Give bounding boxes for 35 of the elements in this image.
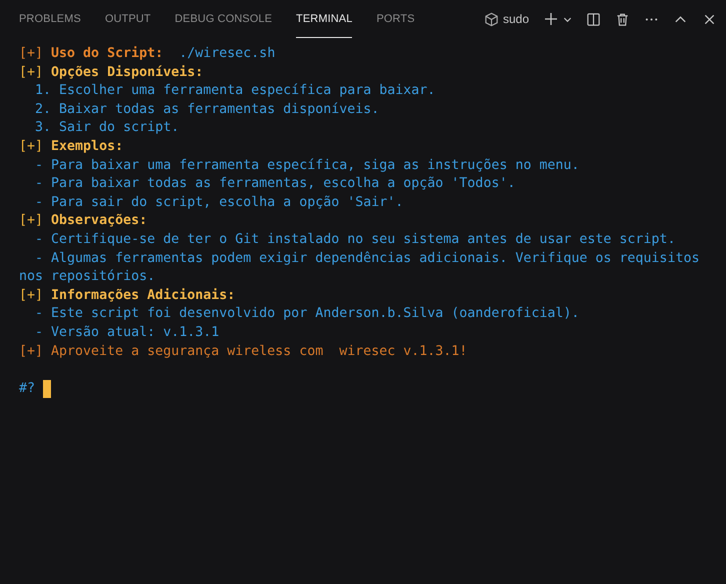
terminal-text: [+] Aproveite a segurança wireless com wiresec v.1.3.1! bbox=[19, 342, 468, 360]
terminal-heading: Uso do Script: bbox=[51, 45, 164, 63]
terminal-text: - Para sair do script, escolha a opção 'Sair'. bbox=[34, 194, 404, 212]
panel-tab[interactable]: DEBUG CONSOLE bbox=[174, 0, 272, 38]
terminal-heading: Informações Adicionais: bbox=[51, 286, 236, 305]
bullet-marker: [+] bbox=[19, 138, 44, 156]
terminal-text: - Algumas ferramentas podem exigir dependências adicionais. Verifique os requisitos bbox=[34, 250, 700, 268]
terminal-heading: Opções Disponíveis: bbox=[51, 64, 204, 82]
terminal-text: - Para baixar uma ferramenta específica, siga as instruções no menu. bbox=[34, 156, 580, 175]
panel-tab[interactable]: TERMINAL bbox=[296, 0, 352, 38]
terminal-text: 3. Sair do script. bbox=[34, 119, 180, 138]
panel-tab[interactable]: OUTPUT bbox=[104, 0, 151, 38]
bullet-marker: [+] bbox=[19, 212, 44, 230]
terminal-text: 2. Baixar todas as ferramentas disponíveis. bbox=[34, 100, 380, 119]
cube-icon bbox=[484, 12, 499, 26]
terminal-heading: Observações: bbox=[51, 212, 148, 230]
plus-icon[interactable] bbox=[543, 11, 559, 27]
terminal-heading: Exemplos: bbox=[51, 138, 124, 156]
panel-tab[interactable]: PROBLEMS bbox=[19, 0, 81, 38]
terminal-instance-button[interactable]: sudo bbox=[484, 12, 529, 26]
terminal-text: - Versão atual: v.1.3.1 bbox=[34, 324, 220, 342]
prompt: #? bbox=[19, 380, 36, 398]
trash-icon[interactable] bbox=[615, 12, 630, 26]
bullet-marker: [+] bbox=[19, 64, 44, 82]
terminal-text: 1. Escolher uma ferramenta específica para baixar. bbox=[34, 82, 436, 100]
terminal-text: ./wiresec.sh bbox=[178, 45, 276, 63]
bullet-marker: [+] bbox=[19, 286, 44, 305]
terminal-text: - Para baixar todas as ferramentas, escolha a opção 'Todos'. bbox=[34, 175, 516, 194]
terminal-text: - Este script foi desenvolvido por Anderson.b.Silva (oanderoficial). bbox=[34, 305, 580, 324]
panel-tab[interactable]: PORTS bbox=[376, 0, 415, 38]
terminal-text: - Certifique-se de ter o Git instalado no seu sistema antes de usar este script. bbox=[34, 230, 676, 249]
bullet-marker: [+] bbox=[19, 45, 44, 63]
terminal-text: nos repositórios. bbox=[19, 268, 156, 286]
text-cursor bbox=[43, 380, 52, 398]
split-icon[interactable] bbox=[586, 12, 601, 26]
